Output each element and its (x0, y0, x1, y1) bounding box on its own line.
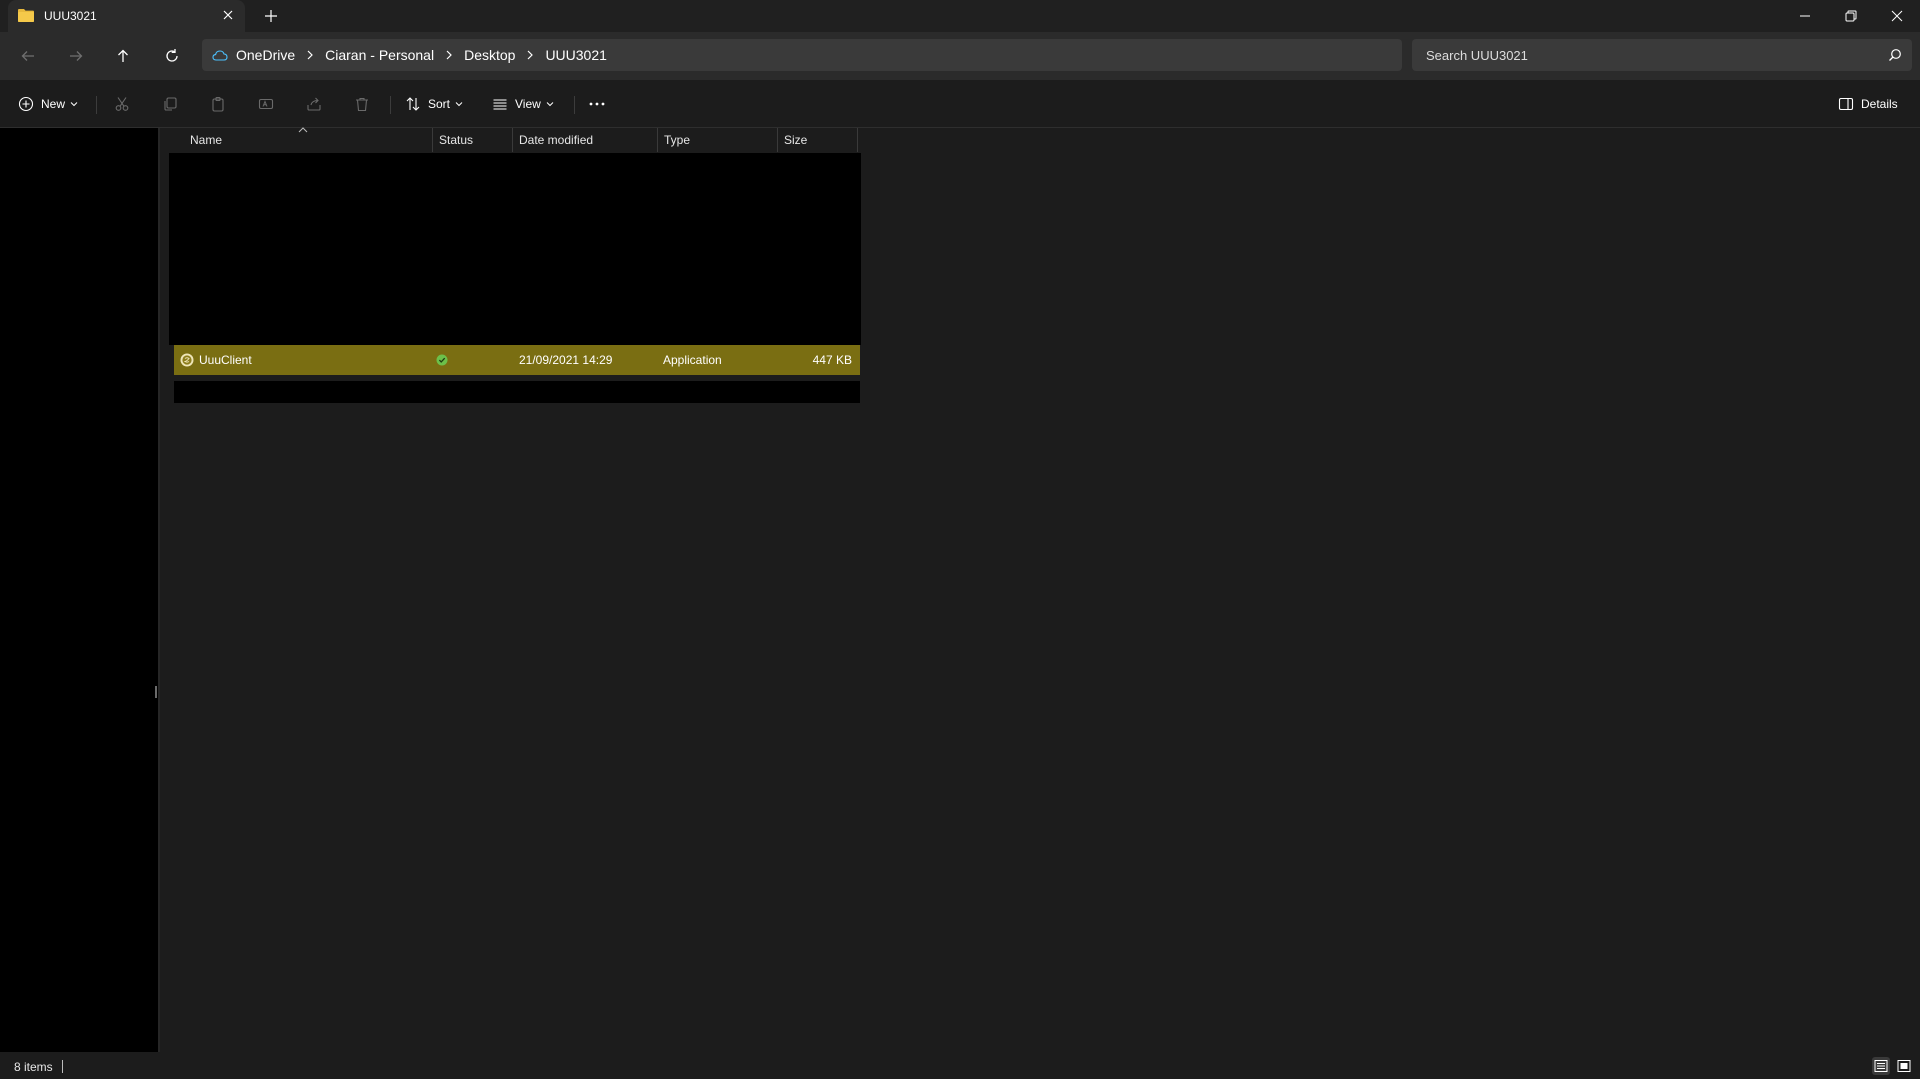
view-list-icon (493, 99, 507, 110)
splitter-handle[interactable] (155, 686, 157, 698)
breadcrumb-uuu3021[interactable]: UUU3021 (539, 47, 612, 63)
cut-button[interactable] (114, 92, 130, 116)
chevron-right-icon[interactable] (440, 39, 458, 71)
search-input[interactable]: Search UUU3021 (1426, 48, 1528, 63)
rename-button[interactable] (258, 92, 274, 116)
size-cell: 447 KB (812, 353, 852, 367)
up-button[interactable] (111, 44, 135, 68)
sort-button[interactable]: Sort (405, 92, 463, 116)
details-label: Details (1861, 97, 1898, 111)
status-bar: 8 items (0, 1052, 1920, 1079)
close-tab-icon[interactable] (221, 8, 235, 22)
arrow-right-icon (70, 51, 83, 61)
column-header-type[interactable]: Type (658, 128, 778, 152)
address-bar[interactable]: OneDrive Ciaran - Personal Desktop UUU30… (202, 39, 1402, 71)
new-label: New (41, 97, 66, 111)
scissors-icon (115, 97, 129, 111)
divider (62, 1060, 63, 1073)
tab-uuu3021[interactable]: UUU3021 (8, 0, 245, 32)
paste-button[interactable] (210, 92, 226, 116)
trash-icon (356, 97, 368, 112)
type-cell: Application (663, 353, 722, 367)
sort-label: Sort (428, 97, 451, 111)
column-header-label: Type (664, 133, 691, 147)
view-label: View (515, 97, 541, 111)
details-pane-button[interactable]: Details (1838, 92, 1898, 116)
column-header-label: Name (190, 133, 223, 147)
breadcrumb-onedrive[interactable]: OneDrive (230, 47, 301, 63)
chevron-down-icon (455, 102, 463, 107)
new-tab-icon[interactable] (263, 8, 279, 24)
divider (390, 96, 391, 114)
address-row: OneDrive Ciaran - Personal Desktop UUU30… (0, 32, 1920, 80)
close-icon (1891, 10, 1903, 22)
file-name-cell: UuuClient (180, 345, 252, 375)
more-icon (589, 102, 605, 106)
column-header-size[interactable]: Size (778, 128, 858, 152)
back-button[interactable] (16, 44, 40, 68)
search-box[interactable]: Search UUU3021 (1412, 39, 1912, 71)
cloud-icon (212, 50, 228, 61)
restore-button[interactable] (1828, 0, 1874, 32)
details-view-icon (1874, 1060, 1888, 1072)
file-name: UuuClient (199, 353, 252, 367)
arrow-left-icon (21, 51, 34, 61)
minimize-icon (1800, 15, 1810, 17)
chevron-right-icon[interactable] (521, 39, 539, 71)
close-window-button[interactable] (1874, 0, 1920, 32)
status-cell (436, 345, 448, 375)
add-circle-icon (18, 96, 34, 112)
copy-icon (164, 97, 177, 111)
folder-icon (18, 9, 34, 22)
refresh-button[interactable] (160, 44, 184, 68)
share-button[interactable] (306, 92, 322, 116)
arrow-up-icon (118, 49, 128, 62)
breadcrumb: OneDrive Ciaran - Personal Desktop UUU30… (212, 39, 613, 71)
redacted-rows (174, 381, 860, 403)
file-list[interactable]: Name Status Date modified Type Size UuuC… (160, 127, 1920, 1052)
chevron-down-icon (70, 102, 78, 107)
clipboard-icon (212, 96, 224, 112)
title-bar: UUU3021 (0, 0, 1920, 32)
item-count: 8 items (14, 1060, 53, 1074)
search-icon[interactable] (1888, 48, 1902, 62)
tiles-layout-button[interactable] (1895, 1057, 1913, 1075)
synced-check-icon (436, 354, 448, 366)
column-header-label: Size (784, 133, 808, 147)
new-button[interactable]: New (18, 92, 78, 116)
view-button[interactable]: View (492, 92, 554, 116)
details-layout-button[interactable] (1872, 1057, 1890, 1075)
minimize-button[interactable] (1782, 0, 1828, 32)
restore-icon (1845, 10, 1857, 22)
column-headers: Name Status Date modified Type Size (170, 128, 870, 152)
delete-button[interactable] (354, 92, 370, 116)
forward-button[interactable] (64, 44, 88, 68)
table-row[interactable]: UuuClient 21/09/2021 14:29 Application 4… (174, 345, 860, 375)
details-pane-icon (1838, 97, 1854, 111)
navigation-pane[interactable] (0, 128, 158, 1052)
breadcrumb-desktop[interactable]: Desktop (458, 47, 521, 63)
tab-title: UUU3021 (44, 9, 97, 23)
column-header-status[interactable]: Status (433, 128, 513, 152)
rename-icon (258, 98, 274, 110)
large-icons-view-icon (1897, 1060, 1911, 1072)
copy-button[interactable] (162, 92, 178, 116)
redacted-rows (169, 153, 861, 345)
breadcrumb-ciaran-personal[interactable]: Ciaran - Personal (319, 47, 440, 63)
column-header-label: Status (439, 133, 474, 147)
refresh-icon (166, 49, 178, 62)
application-icon (180, 353, 194, 367)
column-header-name[interactable]: Name (170, 128, 433, 152)
date-modified-cell: 21/09/2021 14:29 (519, 353, 613, 367)
command-bar: New Sort View Details (0, 80, 1920, 128)
chevron-right-icon[interactable] (301, 39, 319, 71)
chevron-down-icon (546, 102, 554, 107)
column-header-label: Date modified (519, 133, 594, 147)
more-options-button[interactable] (588, 92, 606, 116)
divider (574, 96, 575, 114)
divider (96, 96, 97, 114)
column-header-date-modified[interactable]: Date modified (513, 128, 658, 152)
sort-icon (406, 97, 420, 111)
share-icon (307, 97, 321, 111)
